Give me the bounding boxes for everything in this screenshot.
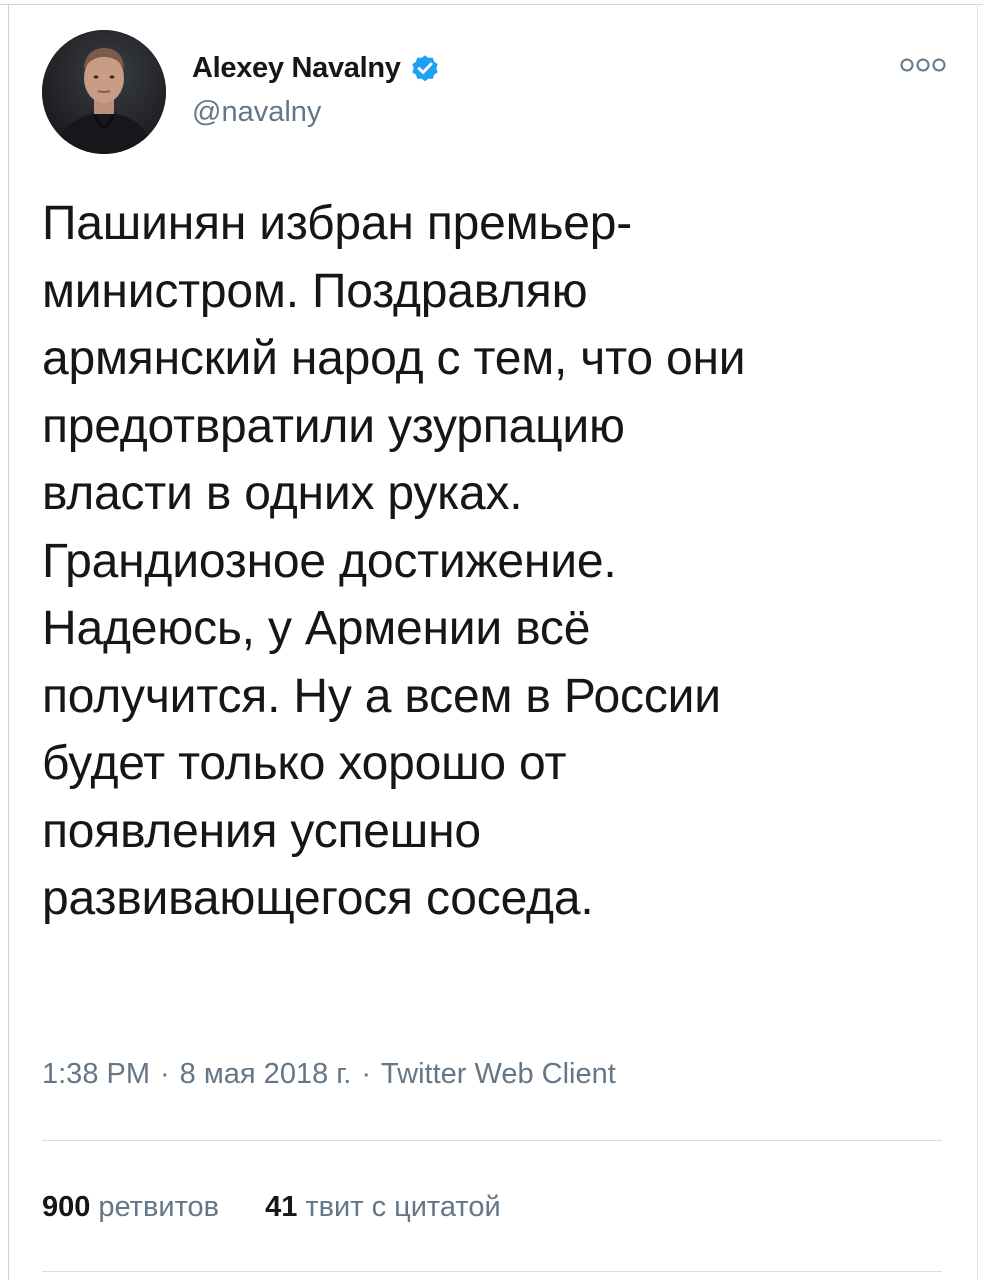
tweet-text-line: будет только хорошо от	[42, 737, 567, 790]
frame-left-border	[8, 4, 9, 1280]
tweet-text-line: предотвратили узурпацию	[42, 399, 625, 453]
tweet-stats: 900 ретвитов 41 твит с цитатой	[42, 1185, 547, 1229]
tweet-text-line: получится. Ну а всем в России	[42, 669, 721, 723]
tweet-text-line: Пашинян избран премьер-	[42, 197, 633, 250]
tweet-text-line: армянский народ с тем, что они	[42, 332, 746, 385]
divider	[42, 1140, 942, 1141]
tweet-text-line: Грандиозное достижение.	[42, 534, 617, 588]
tweet-text-line: появления успешно	[42, 804, 481, 858]
tweet-time[interactable]: 1:38 PM	[42, 1058, 150, 1090]
author-handle[interactable]: @navalny	[192, 96, 321, 129]
divider	[42, 1271, 942, 1272]
tweet-text-line: развивающегося соседа.	[42, 872, 594, 925]
frame-top-border	[0, 4, 983, 5]
profile-photo-icon	[42, 30, 166, 154]
verified-badge-icon	[409, 52, 441, 84]
quotes-stat[interactable]: 41 твит с цитатой	[265, 1191, 501, 1224]
tweet-date[interactable]: 8 мая 2018 г.	[180, 1058, 352, 1090]
tweet-source-link[interactable]: Twitter Web Client	[381, 1058, 616, 1090]
tweet-text-line: власти в одних руках.	[42, 467, 523, 520]
retweets-stat[interactable]: 900 ретвитов	[42, 1191, 219, 1224]
more-options-icon[interactable]	[898, 56, 948, 74]
quotes-label: твит с цитатой	[305, 1190, 501, 1223]
tweet-text-line: Надеюсь, у Армении всё	[42, 602, 591, 655]
avatar[interactable]	[42, 30, 166, 154]
frame-right-border	[977, 4, 978, 1280]
retweets-label: ретвитов	[98, 1190, 220, 1223]
meta-separator: ·	[160, 1058, 170, 1090]
author-name-row[interactable]: Alexey Navalny	[192, 46, 441, 90]
tweet-text: Пашинян избран премьер- министром. Поздр…	[42, 190, 942, 933]
author-display-name[interactable]: Alexey Navalny	[192, 52, 401, 85]
quotes-count: 41	[265, 1190, 298, 1223]
tweet-meta: 1:38 PM · 8 мая 2018 г. · Twitter Web Client	[42, 1058, 616, 1098]
tweet-text-line: министром. Поздравляю	[42, 264, 588, 318]
meta-separator: ·	[361, 1058, 372, 1090]
tweet-header: Alexey Navalny @navalny	[42, 30, 952, 160]
retweets-count: 900	[42, 1190, 91, 1223]
